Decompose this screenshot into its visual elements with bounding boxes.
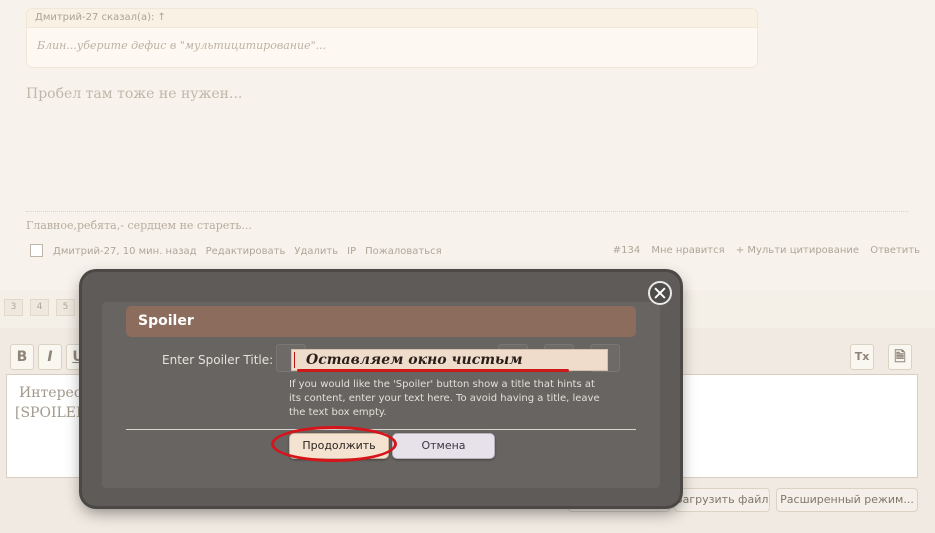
spoiler-help-text: If you would like the 'Spoiler' button s… xyxy=(289,379,600,418)
dialog-title: Spoiler xyxy=(126,306,636,337)
close-icon: ✕ xyxy=(652,283,668,305)
spoiler-title-input[interactable]: Оставляем окно чистым xyxy=(291,349,608,371)
close-button[interactable]: ✕ xyxy=(648,281,672,305)
spoiler-title-label: Enter Spoiler Title: xyxy=(162,353,274,367)
cancel-button[interactable]: Отмена xyxy=(392,433,495,459)
annotation-circle xyxy=(271,426,397,462)
spoiler-dialog: Spoiler ✕ Enter Spoiler Title: Оставляем… xyxy=(82,272,680,506)
text-caret xyxy=(294,352,295,368)
dialog-divider xyxy=(126,429,636,430)
annotation-underline xyxy=(297,369,569,372)
